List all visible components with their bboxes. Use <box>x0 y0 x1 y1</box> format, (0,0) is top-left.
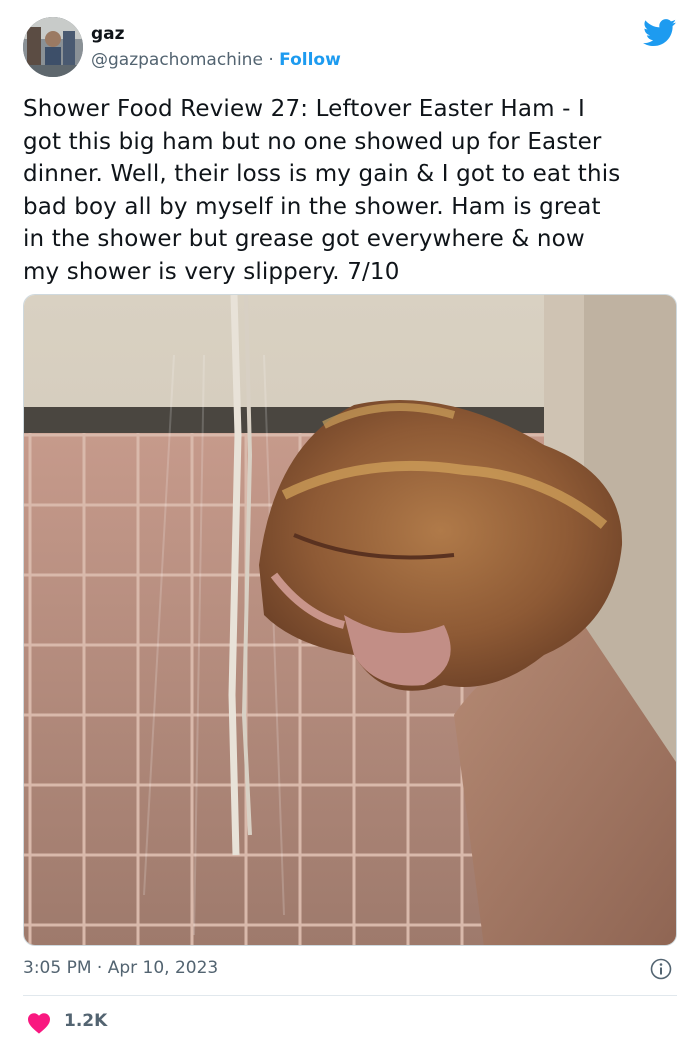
avatar[interactable] <box>23 17 83 77</box>
heart-icon[interactable] <box>27 1012 51 1034</box>
author-name[interactable]: gaz <box>91 24 125 44</box>
tweet-date: Apr 10, 2023 <box>107 958 219 978</box>
divider <box>23 995 677 996</box>
separator-dot: · <box>268 50 274 70</box>
like-count[interactable]: 1.2K <box>64 1011 107 1031</box>
tweet-text: Shower Food Review 27: Leftover Easter H… <box>23 96 621 285</box>
tweet-timestamp[interactable]: 3:05 PM · Apr 10, 2023 <box>23 958 218 978</box>
tweet-photo[interactable] <box>23 294 677 946</box>
timestamp-separator: · <box>96 958 103 978</box>
avatar-image <box>23 17 83 77</box>
author-handle[interactable]: @gazpachomachine <box>91 50 263 70</box>
follow-button[interactable]: Follow <box>279 50 341 70</box>
tweet-time: 3:05 PM <box>23 958 92 978</box>
info-icon[interactable] <box>650 958 672 980</box>
twitter-bird-icon[interactable] <box>643 19 677 47</box>
author-handle-row: @gazpachomachine · Follow <box>91 50 341 70</box>
ham-in-shower-photo <box>24 295 676 945</box>
